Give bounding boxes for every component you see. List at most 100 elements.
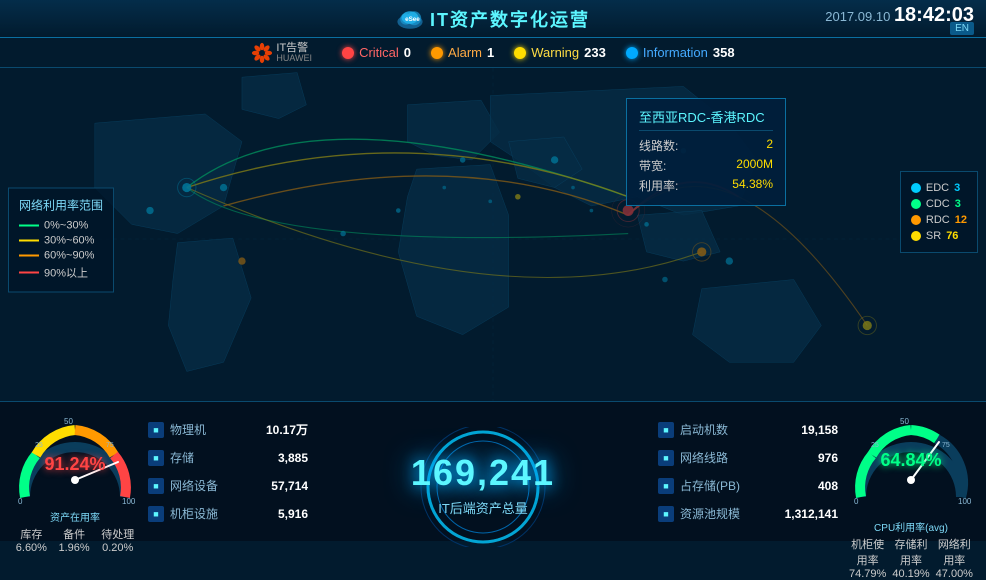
map-tooltip: 至西亚RDC-香港RDC 线路数: 2 带宽: 2000M 利用率: 54.38… xyxy=(626,98,786,206)
right-sub-value-0: 74.79% xyxy=(846,568,889,580)
cdc-label: CDC xyxy=(926,198,950,210)
info-dot xyxy=(626,47,638,59)
legend-item-1: 30%~60% xyxy=(19,234,103,246)
sub-value-1: 1.96% xyxy=(59,542,90,554)
svg-text:75: 75 xyxy=(106,442,114,449)
svg-text:50: 50 xyxy=(900,417,909,426)
tooltip-value-1: 2000M xyxy=(736,157,773,174)
center-big-label: IT后端资产总量 xyxy=(411,498,555,517)
rdc-label: RDC xyxy=(926,214,950,226)
stat-network-label: 网络设备 xyxy=(170,477,265,494)
edc-value: 3 xyxy=(954,182,960,194)
tooltip-row-0: 线路数: 2 xyxy=(639,137,773,154)
legend-right-rdc: RDC 12 xyxy=(911,214,967,226)
sub-label-1: 备件 xyxy=(59,526,90,542)
stat-rack: ■ 机柜设施 5,916 xyxy=(148,505,308,522)
legend-right-edc: EDC 3 xyxy=(911,182,967,194)
sub-value-2: 0.20% xyxy=(101,542,134,554)
sub-label-0: 库存 xyxy=(16,526,47,542)
bottom-panel: 0 50 100 25 75 91.24% 资产在用率 库存 6.60% 备件 … xyxy=(0,401,986,541)
gauge-right-sublabels: 机柜使用率 74.79% 存储利用率 40.19% 网络利用率 47.00% xyxy=(846,536,976,580)
alert-alarm[interactable]: Alarm 1 xyxy=(431,45,494,60)
gauge-right-percent: 64.84% xyxy=(880,450,941,471)
rdc-dot xyxy=(911,215,921,225)
gauge-right-sub-2: 网络利用率 47.00% xyxy=(933,536,976,580)
svg-text:0: 0 xyxy=(18,497,23,506)
rack-icon: ■ xyxy=(148,506,164,522)
pb-icon: ■ xyxy=(658,478,674,494)
gauge-right-label: CPU利用率(avg) xyxy=(846,519,976,534)
stat-storage-label: 存储 xyxy=(170,449,272,466)
tooltip-title: 至西亚RDC-香港RDC xyxy=(639,107,773,131)
stat-pb-value: 408 xyxy=(818,479,838,493)
gauge-left-sublabels: 库存 6.60% 备件 1.96% 待处理 0.20% xyxy=(10,526,140,554)
center-big-number: 169,241 xyxy=(411,452,555,494)
world-map xyxy=(0,68,986,411)
alert-brand-label: IT告警 xyxy=(276,42,312,54)
svg-text:75: 75 xyxy=(942,442,950,449)
pool-icon: ■ xyxy=(658,506,674,522)
alert-brand: IT告警 HUAWEI xyxy=(251,42,312,64)
stat-vm-value: 19,158 xyxy=(801,423,838,437)
header-title: IT资产数字化运营 xyxy=(430,6,590,32)
lines-icon: ■ xyxy=(658,450,674,466)
alarm-dot xyxy=(431,47,443,59)
critical-value: 0 xyxy=(404,45,411,60)
lang-button[interactable]: EN xyxy=(950,22,974,35)
right-sub-label-0: 机柜使用率 xyxy=(846,536,889,568)
svg-text:25: 25 xyxy=(871,442,879,449)
tooltip-row-1: 带宽: 2000M xyxy=(639,157,773,174)
alarm-value: 1 xyxy=(487,45,494,60)
stat-lines-value: 976 xyxy=(818,451,838,465)
stat-physical: ■ 物理机 10.17万 xyxy=(148,421,308,438)
stat-pb: ■ 占存储(PB) 408 xyxy=(658,477,838,494)
edc-label: EDC xyxy=(926,182,949,194)
stat-pb-label: 占存储(PB) xyxy=(680,477,812,494)
alert-critical[interactable]: Critical 0 xyxy=(342,45,411,60)
legend-right-sr: SR 76 xyxy=(911,230,967,242)
svg-text:0: 0 xyxy=(854,497,859,506)
stat-physical-value: 10.17万 xyxy=(266,421,308,438)
huawei-icon xyxy=(251,42,273,64)
edc-dot xyxy=(911,183,921,193)
alarm-label: Alarm xyxy=(448,45,482,60)
center-stat: 169,241 IT后端资产总量 xyxy=(316,427,650,517)
map-legend: 网络利用率范围 0%~30% 30%~60% 60%~90% 90%以上 xyxy=(8,187,114,292)
tooltip-value-2: 54.38% xyxy=(732,177,773,194)
cdc-dot xyxy=(911,199,921,209)
legend-label-3: 90%以上 xyxy=(44,264,88,280)
legend-label-1: 30%~60% xyxy=(44,234,94,246)
header-logo: eSee IT资产数字化运营 xyxy=(396,6,590,32)
sr-dot xyxy=(911,231,921,241)
cloud-icon: eSee xyxy=(396,9,424,29)
tooltip-label-2: 利用率: xyxy=(639,177,678,194)
stat-pool-value: 1,312,141 xyxy=(785,507,838,521)
alert-information[interactable]: Information 358 xyxy=(626,45,735,60)
legend-right-cdc: CDC 3 xyxy=(911,198,967,210)
critical-label: Critical xyxy=(359,45,399,60)
gauge-left-percent: 91.24% xyxy=(44,454,105,475)
right-sub-value-1: 40.19% xyxy=(889,568,932,580)
right-sub-label-1: 存储利用率 xyxy=(889,536,932,568)
svg-text:100: 100 xyxy=(122,497,136,506)
alert-warning[interactable]: Warning 233 xyxy=(514,45,606,60)
stat-vm: ■ 启动机数 19,158 xyxy=(658,421,838,438)
gauge-right-sub-0: 机柜使用率 74.79% xyxy=(846,536,889,580)
header: eSee IT资产数字化运营 2017.09.10 18:42:03 EN xyxy=(0,0,986,38)
map-background: 网络利用率范围 0%~30% 30%~60% 60%~90% 90%以上 xyxy=(0,68,986,411)
sr-label: SR xyxy=(926,230,941,242)
info-label: Information xyxy=(643,45,708,60)
tooltip-value-0: 2 xyxy=(766,137,773,154)
gauge-right: 0 50 100 25 75 64.84% CPU利用率(avg) 机柜使用率 … xyxy=(846,412,976,532)
header-date: 2017.09.10 xyxy=(825,9,890,24)
legend-label-2: 60%~90% xyxy=(44,249,94,261)
sub-label-2: 待处理 xyxy=(101,526,134,542)
map-area: 网络利用率范围 0%~30% 30%~60% 60%~90% 90%以上 xyxy=(0,68,986,411)
stat-storage-value: 3,885 xyxy=(278,451,308,465)
map-legend-right: EDC 3 CDC 3 RDC 12 SR 76 xyxy=(900,171,978,253)
gauge-sub-2: 待处理 0.20% xyxy=(101,526,134,554)
legend-label-0: 0%~30% xyxy=(44,219,88,231)
svg-text:50: 50 xyxy=(64,417,73,426)
warning-value: 233 xyxy=(584,45,606,60)
vm-icon: ■ xyxy=(658,422,674,438)
